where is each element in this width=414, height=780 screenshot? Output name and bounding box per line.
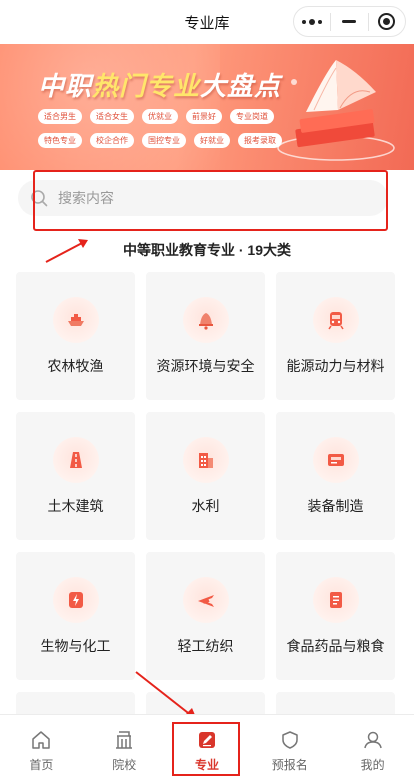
user-icon [363,731,382,749]
banner-tag: 适合女生 [90,109,134,124]
promo-banner[interactable]: 中职热门专业大盘点 适合男生 适合女生 优就业 前景好 专业岗道 特色专业 校企… [0,44,414,170]
tab-pre-register[interactable]: 预报名 [248,715,331,780]
category-card[interactable]: 能源动力与材料 [276,272,395,400]
category-label: 轻工纺织 [177,638,234,654]
tab-label: 院校 [112,758,137,772]
banner-tag: 优就业 [142,109,178,124]
mini-program-capsule [293,6,406,37]
category-grid: 农林牧渔 资源环境与安全 能源动力与材料 土木建筑 水利 装备制造 生物与化工 … [16,272,414,722]
search-highlight-box [33,170,388,231]
tab-highlight-box [172,722,240,776]
category-card[interactable]: 生物与化工 [16,552,135,680]
banner-tag: 国控专业 [142,133,186,148]
school-icon [116,731,133,749]
boat-icon [53,297,99,343]
category-label: 能源动力与材料 [286,358,385,374]
minimize-button[interactable] [331,7,367,36]
open-book-illustration [277,60,395,161]
tab-label: 首页 [29,758,54,772]
category-card[interactable]: 土木建筑 [16,412,135,540]
category-card[interactable]: 水利 [146,412,265,540]
top-nav-bar: 专业库 [0,0,414,44]
category-label: 生物与化工 [40,638,111,654]
section-title: 中等职业教育专业 · 19大类 [122,242,291,258]
minus-icon [342,20,357,23]
tab-label: 我的 [360,758,385,772]
category-label: 装备制造 [307,498,364,514]
tab-profile[interactable]: 我的 [331,715,414,780]
banner-tags-row-2: 特色专业 校企合作 国控专业 好就业 报考录取 [38,133,282,148]
bell-icon [183,297,229,343]
category-card[interactable]: 资源环境与安全 [146,272,265,400]
category-card[interactable]: 轻工纺织 [146,552,265,680]
target-icon [378,13,396,30]
banner-tag: 适合男生 [38,109,82,124]
banner-title: 中职热门专业大盘点 [38,71,282,101]
category-label: 食品药品与粮食 [286,638,385,654]
plane-icon [183,577,229,623]
lightning-icon [53,577,99,623]
category-label: 农林牧渔 [47,358,104,374]
document-icon [313,577,359,623]
category-card[interactable]: 食品药品与粮食 [276,552,395,680]
banner-tag: 特色专业 [38,133,82,148]
category-card[interactable]: 装备制造 [276,412,395,540]
train-icon [313,297,359,343]
more-button[interactable] [294,7,330,36]
category-card[interactable]: 农林牧渔 [16,272,135,400]
card-icon [313,437,359,483]
tab-label: 预报名 [271,758,308,772]
tab-home[interactable]: 首页 [0,715,83,780]
banner-tag: 校企合作 [90,133,134,148]
shield-icon [282,731,298,749]
category-label: 土木建筑 [47,498,104,514]
banner-tag: 前景好 [186,109,222,124]
category-label: 资源环境与安全 [156,358,255,374]
building-icon [183,437,229,483]
more-dots-icon [302,18,323,25]
road-icon [53,437,99,483]
close-miniprogram-button[interactable] [369,7,405,36]
banner-tag: 好就业 [194,133,230,148]
category-label: 水利 [191,498,220,514]
banner-tags-row-1: 适合男生 适合女生 优就业 前景好 专业岗道 [38,109,274,124]
tab-schools[interactable]: 院校 [83,715,166,780]
home-icon [32,731,51,749]
